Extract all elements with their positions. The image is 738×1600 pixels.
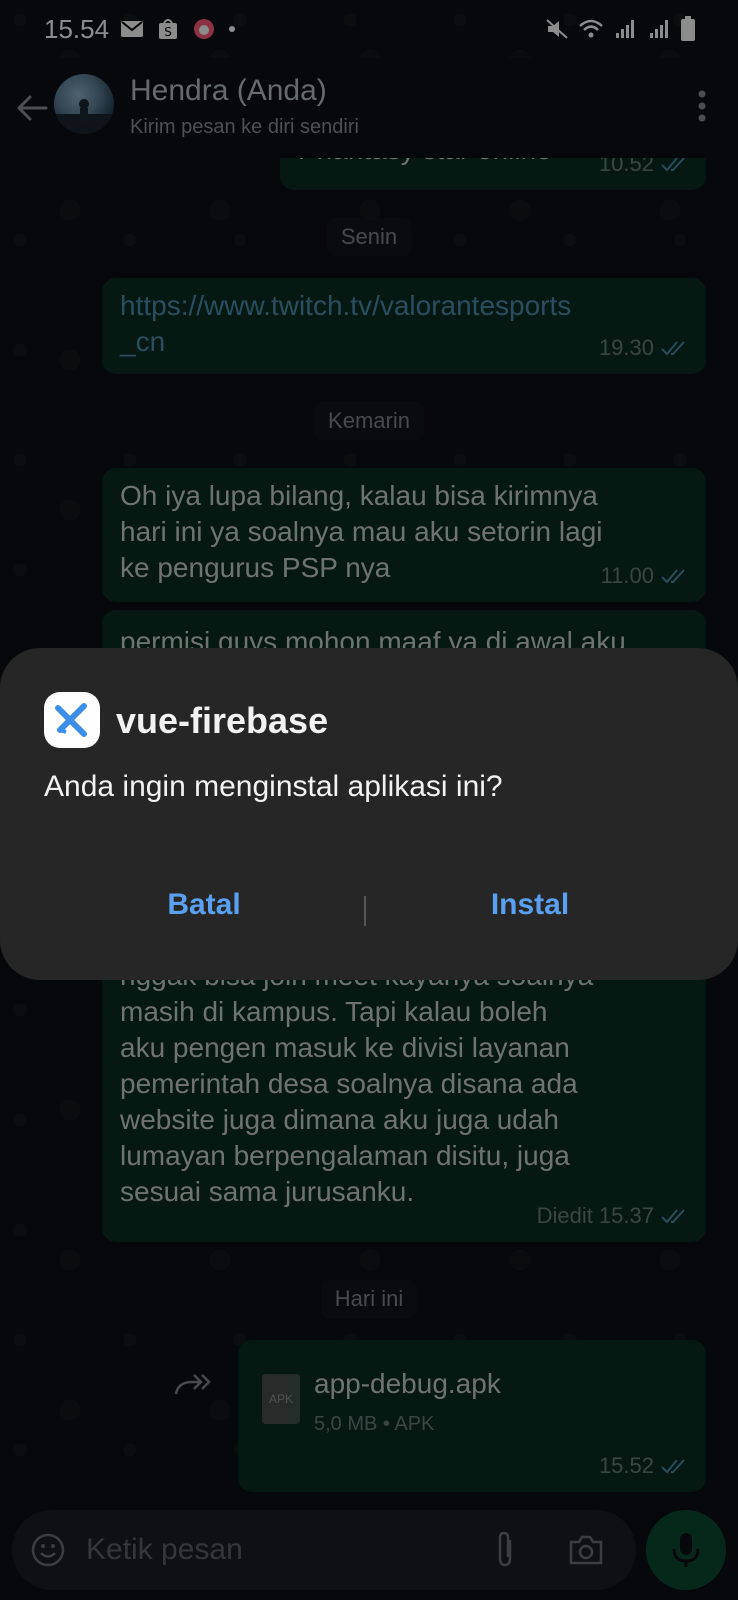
app-icon (44, 692, 100, 748)
install-dialog: vue-firebase Anda ingin menginstal aplik… (0, 648, 738, 980)
install-button[interactable]: Instal (430, 880, 630, 930)
button-divider (364, 896, 366, 926)
dialog-message: Anda ingin menginstal aplikasi ini? (44, 770, 503, 803)
cancel-button[interactable]: Batal (104, 880, 304, 930)
app-name: vue-firebase (116, 700, 329, 741)
vue-firebase-app-icon (55, 703, 87, 737)
